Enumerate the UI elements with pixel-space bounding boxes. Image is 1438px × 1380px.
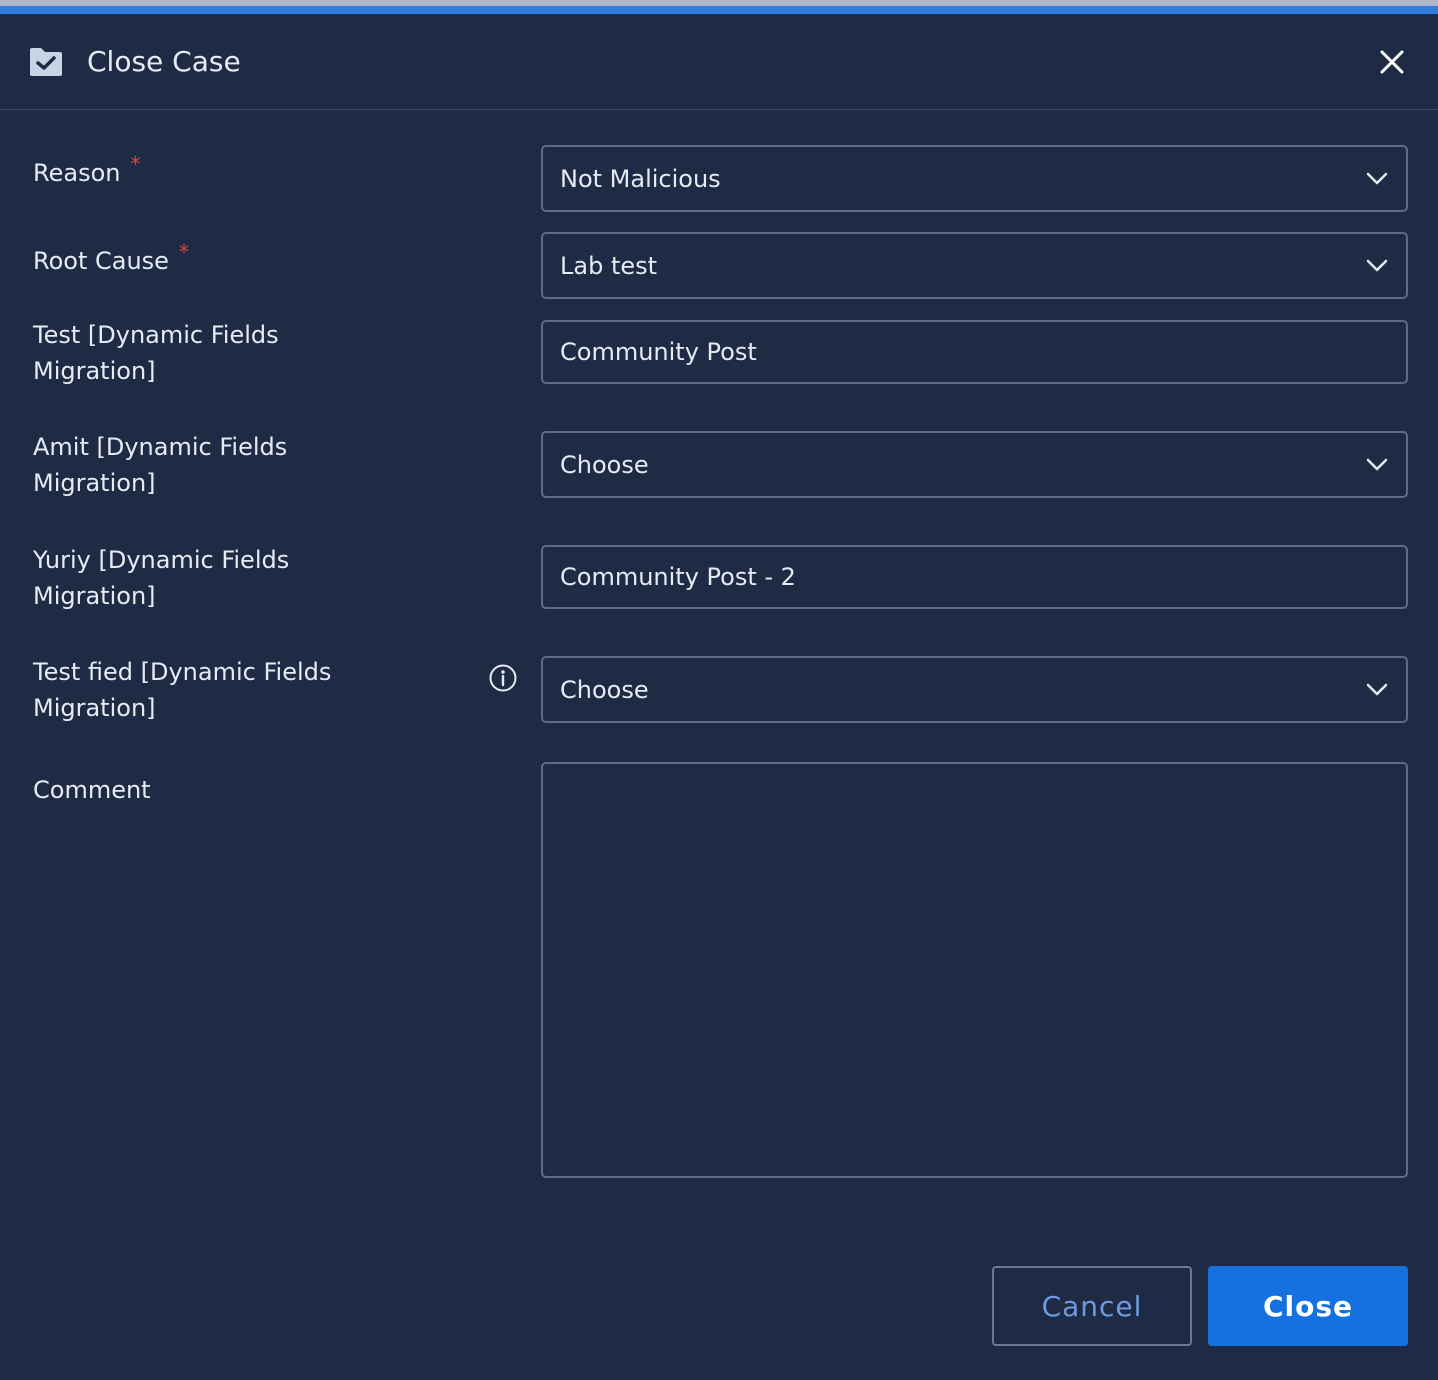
required-marker: * [178, 240, 189, 264]
test-dynamic-value: Community Post [560, 338, 757, 366]
amit-dynamic-label-line1: Amit [Dynamic Fields [33, 433, 288, 461]
close-button[interactable]: Close [1208, 1266, 1408, 1346]
comment-textarea[interactable] [541, 762, 1408, 1178]
cancel-button[interactable]: Cancel [992, 1266, 1192, 1346]
yuriy-dynamic-value: Community Post - 2 [560, 563, 796, 591]
comment-label: Comment [33, 776, 151, 804]
yuriy-dynamic-label-line2: Migration] [33, 582, 156, 610]
root-cause-label-text: Root Cause [33, 247, 169, 275]
amit-dynamic-label: Amit [Dynamic Fields Migration] [33, 429, 473, 501]
chevron-down-icon [1366, 458, 1388, 470]
amit-dynamic-value: Choose [560, 450, 649, 479]
reason-select[interactable]: Not Malicious [541, 145, 1408, 212]
folder-check-icon [30, 48, 62, 76]
yuriy-dynamic-label: Yuriy [Dynamic Fields Migration] [33, 542, 473, 614]
test-fied-dynamic-value: Choose [560, 675, 649, 704]
test-dynamic-label-line2: Migration] [33, 357, 156, 385]
test-dynamic-input[interactable]: Community Post [541, 320, 1408, 384]
chevron-down-icon [1366, 259, 1388, 271]
test-fied-dynamic-label-line2: Migration] [33, 694, 156, 722]
test-fied-dynamic-label-line1: Test fied [Dynamic Fields [33, 658, 332, 686]
dialog-header: Close Case [0, 14, 1438, 110]
amit-dynamic-label-line2: Migration] [33, 469, 156, 497]
yuriy-dynamic-input[interactable]: Community Post - 2 [541, 545, 1408, 609]
root-cause-label: Root Cause * [33, 240, 473, 280]
root-cause-select[interactable]: Lab test [541, 232, 1408, 299]
close-icon[interactable] [1376, 46, 1408, 78]
reason-label-text: Reason [33, 159, 121, 187]
test-dynamic-label: Test [Dynamic Fields Migration] [33, 317, 473, 389]
chevron-down-icon [1366, 172, 1388, 184]
reason-value: Not Malicious [560, 164, 721, 193]
accent-bar [0, 6, 1438, 14]
test-dynamic-label-line1: Test [Dynamic Fields [33, 321, 279, 349]
yuriy-dynamic-label-line1: Yuriy [Dynamic Fields [33, 546, 290, 574]
reason-label: Reason * [33, 152, 473, 192]
chevron-down-icon [1366, 683, 1388, 695]
dialog-title: Close Case [87, 45, 241, 78]
amit-dynamic-select[interactable]: Choose [541, 431, 1408, 498]
required-marker: * [130, 152, 141, 176]
info-icon[interactable] [488, 663, 518, 693]
root-cause-value: Lab test [560, 251, 658, 280]
test-fied-dynamic-select[interactable]: Choose [541, 656, 1408, 723]
test-fied-dynamic-label: Test fied [Dynamic Fields Migration] [33, 654, 473, 726]
